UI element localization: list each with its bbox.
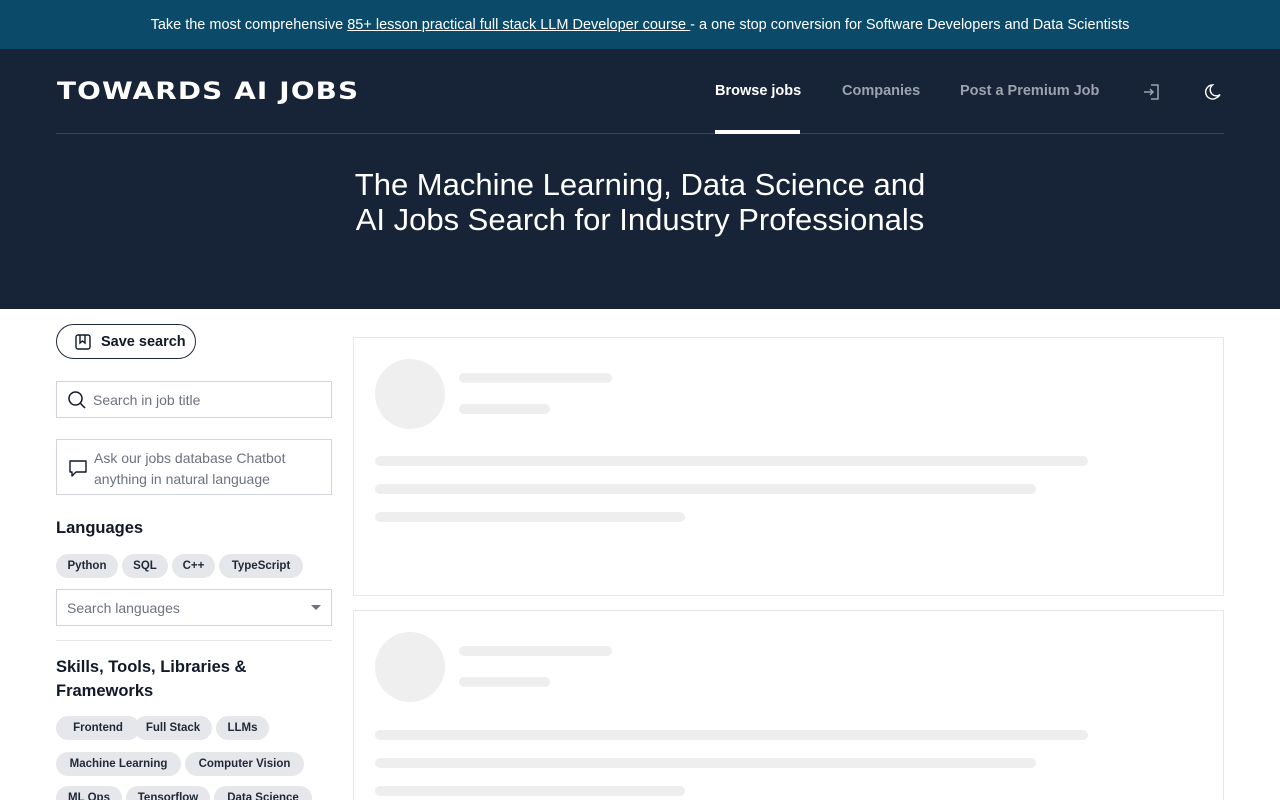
section-divider xyxy=(56,640,332,641)
job-title-search[interactable] xyxy=(56,381,332,418)
top-nav: TOWARDS AI JOBS Browse jobs Companies Po… xyxy=(56,49,1224,134)
job-card-skeleton xyxy=(353,337,1224,596)
save-search-label: Save search xyxy=(101,333,186,350)
languages-select-placeholder: Search languages xyxy=(67,599,180,616)
skill-chip[interactable]: Tensorflow xyxy=(126,786,210,800)
skill-chip[interactable]: Full Stack xyxy=(134,716,212,740)
skeleton-line xyxy=(459,404,550,414)
promo-suffix: - a one stop conversion for Software Dev… xyxy=(690,16,1130,33)
skeleton-line xyxy=(375,730,1088,740)
skill-chip[interactable]: LLMs xyxy=(216,716,269,740)
sign-in-icon[interactable] xyxy=(1142,82,1162,102)
chat-bubble-icon xyxy=(69,460,87,477)
search-input[interactable] xyxy=(93,391,313,408)
hero-title: The Machine Learning, Data Science and A… xyxy=(354,167,926,237)
caret-down-icon xyxy=(311,605,321,610)
skill-chip[interactable]: Machine Learning xyxy=(56,752,181,776)
skeleton-line xyxy=(375,484,1036,494)
skeleton-line xyxy=(375,786,685,796)
language-chip[interactable]: TypeScript xyxy=(219,554,303,578)
languages-heading: Languages xyxy=(56,519,144,537)
promo-banner: Take the most comprehensive 85+ lesson p… xyxy=(0,0,1280,49)
skeleton-line xyxy=(375,456,1088,466)
skeleton-line xyxy=(375,512,685,522)
nav-companies[interactable]: Companies xyxy=(842,83,920,99)
moon-icon[interactable] xyxy=(1204,82,1224,102)
language-chip[interactable]: SQL xyxy=(122,554,168,578)
save-search-button[interactable]: Save search xyxy=(56,324,196,359)
skeleton-line xyxy=(459,677,550,687)
job-card-skeleton xyxy=(353,610,1224,800)
search-icon xyxy=(68,390,86,409)
promo-prefix: Take the most comprehensive xyxy=(150,16,348,33)
nav-browse-jobs[interactable]: Browse jobs xyxy=(715,83,801,99)
skills-heading: Skills, Tools, Libraries & Frameworks xyxy=(56,658,247,700)
skeleton-avatar xyxy=(375,359,445,429)
site-header: TOWARDS AI JOBS Browse jobs Companies Po… xyxy=(0,49,1280,309)
chatbot-input[interactable]: Ask our jobs database Chatbot anything i… xyxy=(56,439,332,495)
skeleton-line xyxy=(375,758,1036,768)
active-nav-indicator xyxy=(715,130,800,134)
skill-chip[interactable]: Computer Vision xyxy=(185,752,304,776)
skill-chip[interactable]: ML Ops xyxy=(56,786,122,800)
bookmark-icon xyxy=(75,333,91,350)
skill-chip[interactable]: Frontend xyxy=(56,716,140,740)
language-chip[interactable]: Python xyxy=(56,554,118,578)
skeleton-avatar xyxy=(375,632,445,702)
skill-chip[interactable]: Data Science xyxy=(214,786,312,800)
skeleton-line xyxy=(459,646,612,656)
skeleton-line xyxy=(459,373,612,383)
chatbot-placeholder: Ask our jobs database Chatbot anything i… xyxy=(94,450,286,487)
nav-post-premium-job[interactable]: Post a Premium Job xyxy=(960,83,1099,99)
promo-course-link[interactable]: 85+ lesson practical full stack LLM Deve… xyxy=(347,17,690,33)
site-logo[interactable]: TOWARDS AI JOBS xyxy=(57,77,359,105)
language-chip[interactable]: C++ xyxy=(172,554,215,578)
languages-select[interactable]: Search languages xyxy=(56,589,332,626)
